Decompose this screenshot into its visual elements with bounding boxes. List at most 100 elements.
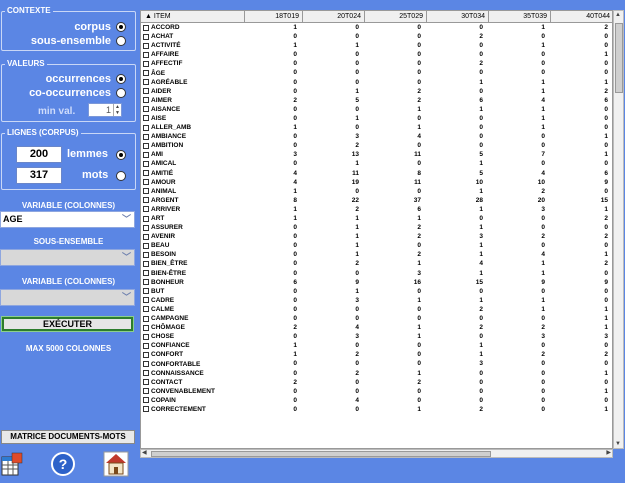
table-row[interactable]: CHOSE 0 3 1 0 3 3 [141,332,612,341]
radio-lemmes[interactable] [116,150,126,160]
row-checkbox[interactable] [143,33,149,40]
row-item-cell[interactable]: AIDER [141,87,245,96]
table-row[interactable]: AFFAIRE 0 0 0 0 0 1 [141,50,612,59]
row-checkbox[interactable] [143,206,149,213]
table-row[interactable]: CHÔMAGE 2 4 1 2 2 1 [141,323,612,332]
row-checkbox[interactable] [143,160,149,167]
row-checkbox[interactable] [143,188,149,195]
row-item-cell[interactable]: AVENIR [141,232,245,241]
row-item-cell[interactable]: CORRECTEMENT [141,405,245,414]
radio-occurrences[interactable]: occurrences [46,73,126,85]
table-row[interactable]: BUT 0 1 0 0 0 0 [141,287,612,296]
column-header[interactable]: 35T039 [489,11,551,22]
scroll-thumb[interactable] [615,23,623,93]
row-checkbox[interactable] [143,215,149,222]
table-row[interactable]: AMOUR 4 19 11 10 10 9 [141,178,612,187]
table-row[interactable]: CADRE 0 3 1 1 1 0 [141,296,612,305]
executer-button[interactable]: EXÉCUTER [1,316,134,332]
row-item-cell[interactable]: CALME [141,305,245,314]
table-row[interactable]: CORRECTEMENT 0 0 1 2 0 1 [141,405,612,414]
table-row[interactable]: ARGENT 8 22 37 28 20 15 [141,196,612,205]
radio-occurrences-dot[interactable] [116,74,126,84]
column-header[interactable]: 30T034 [427,11,489,22]
radio-sous-ensemble[interactable]: sous-ensemble [31,35,126,47]
row-checkbox[interactable] [143,70,149,77]
row-item-cell[interactable]: AFFECTIF [141,59,245,68]
row-item-cell[interactable]: BIEN-ÊTRE [141,269,245,278]
matrice-documents-mots-button[interactable]: MATRICE DOCUMENTS-MOTS [1,430,135,444]
home-icon[interactable] [103,451,129,477]
table-row[interactable]: AMICAL 0 1 0 1 0 0 [141,159,612,168]
row-checkbox[interactable] [143,315,149,322]
radio-corpus[interactable]: corpus [74,21,126,33]
table-row[interactable]: ARRIVER 1 2 6 1 3 1 [141,205,612,214]
row-item-cell[interactable]: AISANCE [141,105,245,114]
row-checkbox[interactable] [143,51,149,58]
row-item-cell[interactable]: ACCORD [141,23,245,32]
row-item-cell[interactable]: CONVENABLEMENT [141,387,245,396]
table-row[interactable]: ANIMAL 1 0 0 1 2 0 [141,187,612,196]
row-checkbox[interactable] [143,306,149,313]
table-row[interactable]: AMBITION 0 2 0 0 0 0 [141,141,612,150]
row-item-cell[interactable]: AGRÉABLE [141,78,245,87]
row-checkbox[interactable] [143,260,149,267]
table-row[interactable]: AISANCE 0 0 1 1 1 0 [141,105,612,114]
vertical-scrollbar[interactable]: ▲ ▼ [613,10,624,449]
column-header[interactable]: 20T024 [303,11,365,22]
row-item-cell[interactable]: ASSURER [141,223,245,232]
scroll-down-icon[interactable]: ▼ [615,441,621,447]
table-row[interactable]: CONNAISSANCE 0 2 1 0 0 1 [141,369,612,378]
chevron-down-icon[interactable]: ﹀ [122,212,131,227]
row-item-cell[interactable]: CONFIANCE [141,341,245,350]
table-row[interactable]: CONTACT 2 0 2 0 0 0 [141,378,612,387]
row-checkbox[interactable] [143,361,149,368]
column-header[interactable]: 40T044 [551,11,612,22]
row-item-cell[interactable]: BONHEUR [141,278,245,287]
row-item-cell[interactable]: AFFAIRE [141,50,245,59]
radio-co-occurrences[interactable]: co-occurrences [29,87,126,99]
row-checkbox[interactable] [143,270,149,277]
row-checkbox[interactable] [143,170,149,177]
stepper-arrows-icon[interactable]: ▲ ▼ [113,104,121,116]
row-checkbox[interactable] [143,370,149,377]
row-item-cell[interactable]: COPAIN [141,396,245,405]
row-checkbox[interactable] [143,60,149,67]
row-checkbox[interactable] [143,42,149,49]
scroll-up-icon[interactable]: ▲ [615,12,621,18]
table-row[interactable]: AGRÉABLE 0 0 0 1 1 1 [141,78,612,87]
row-item-cell[interactable]: ARRIVER [141,205,245,214]
table-row[interactable]: ASSURER 0 1 2 1 0 0 [141,223,612,232]
table-row[interactable]: ÂGE 0 0 0 0 0 0 [141,68,612,77]
row-item-cell[interactable]: CONFORTABLE [141,359,245,368]
variable-colonnes-2-select[interactable]: ﹀ [0,289,135,306]
row-checkbox[interactable] [143,279,149,286]
row-checkbox[interactable] [143,97,149,104]
row-checkbox[interactable] [143,124,149,131]
row-item-cell[interactable]: ARGENT [141,196,245,205]
table-row[interactable]: COPAIN 0 4 0 0 0 0 [141,396,612,405]
table-row[interactable]: BONHEUR 6 9 16 15 9 9 [141,278,612,287]
table-row[interactable]: BESOIN 0 1 2 1 4 1 [141,250,612,259]
row-item-cell[interactable]: ART [141,214,245,223]
row-checkbox[interactable] [143,379,149,386]
row-checkbox[interactable] [143,297,149,304]
row-checkbox[interactable] [143,106,149,113]
row-item-cell[interactable]: ÂGE [141,68,245,77]
row-item-cell[interactable]: AMICAL [141,159,245,168]
row-item-cell[interactable]: AMBIANCE [141,132,245,141]
table-row[interactable]: BIEN_ÊTRE 0 2 1 4 1 2 [141,259,612,268]
variable-colonnes-select[interactable]: AGE ﹀ [0,211,135,228]
row-checkbox[interactable] [143,233,149,240]
help-icon[interactable]: ? [50,451,76,477]
table-row[interactable]: ACCORD 1 0 0 0 1 2 [141,23,612,32]
sous-ensemble-select[interactable]: ﹀ [0,249,135,266]
row-item-cell[interactable]: CHÔMAGE [141,323,245,332]
row-item-cell[interactable]: BEAU [141,241,245,250]
radio-sous-ensemble-dot[interactable] [116,36,126,46]
column-header-item[interactable]: ▲ ITEM [141,11,245,22]
row-checkbox[interactable] [143,142,149,149]
row-item-cell[interactable]: BIEN_ÊTRE [141,259,245,268]
row-checkbox[interactable] [143,88,149,95]
row-checkbox[interactable] [143,151,149,158]
spreadsheet-icon[interactable] [0,451,26,477]
